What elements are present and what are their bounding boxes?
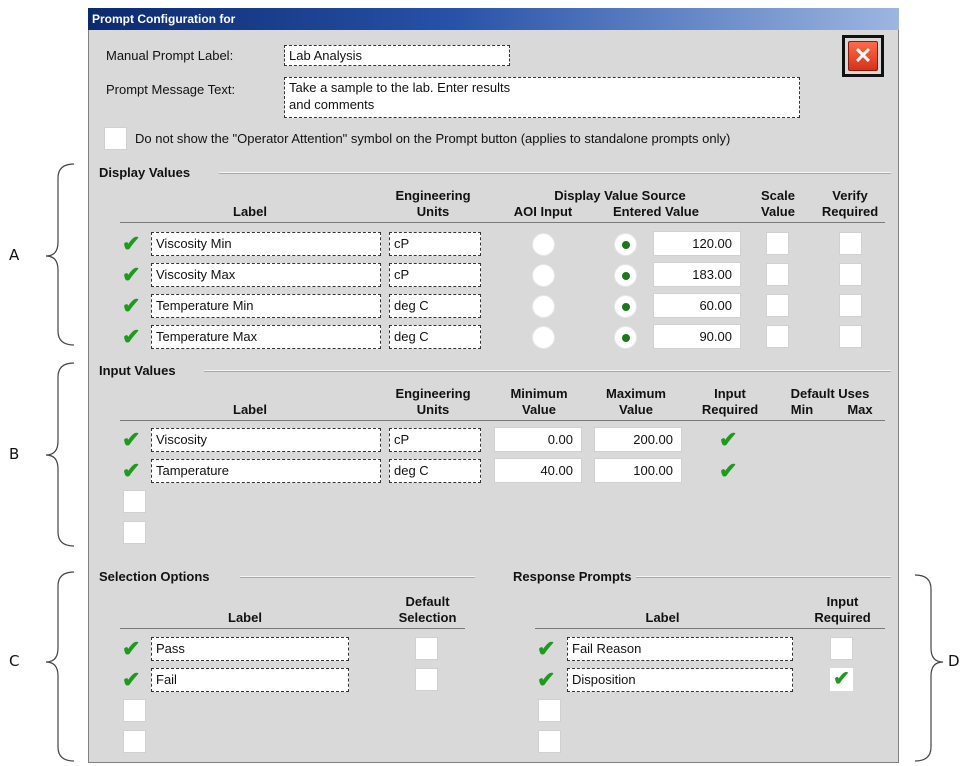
- side-label-d: D: [948, 652, 960, 670]
- annotation-braces: [45, 163, 944, 762]
- side-label-a: A: [9, 246, 20, 264]
- side-label-c: C: [9, 652, 20, 670]
- side-label-b: B: [9, 445, 20, 463]
